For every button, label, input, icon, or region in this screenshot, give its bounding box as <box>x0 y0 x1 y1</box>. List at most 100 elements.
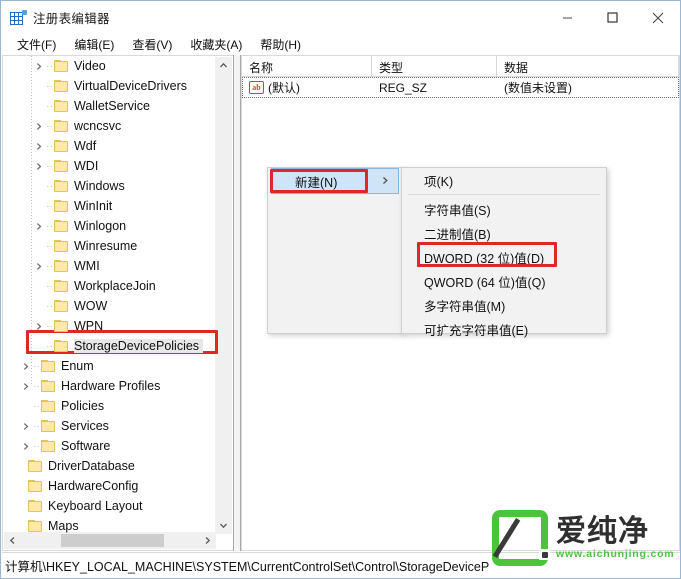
tree-horizontal-scroll-thumb[interactable] <box>61 534 164 547</box>
tree-item-video[interactable]: ·· Video <box>3 56 216 76</box>
tree-connector: ·· <box>46 180 53 192</box>
chevron-right-icon[interactable] <box>19 422 32 431</box>
tree-item-label: WMI <box>74 259 100 273</box>
tree-item-label: DriverDatabase <box>48 459 135 473</box>
submenu-item-string-value[interactable]: 字符串值(S) <box>402 197 606 221</box>
title-bar: 注册表编辑器 <box>1 1 680 34</box>
chevron-right-icon[interactable] <box>32 162 45 171</box>
tree-item-walletservice[interactable]: ·· WalletService <box>3 96 216 116</box>
tree-item-policies[interactable]: ·· Policies <box>3 396 216 416</box>
column-header-name[interactable]: 名称 <box>242 56 372 77</box>
window-controls <box>545 1 680 34</box>
tree-item-hardwareconfig[interactable]: HardwareConfig <box>3 476 216 496</box>
folder-icon <box>28 499 43 513</box>
values-list-rows: ab (默认) REG_SZ (数值未设置) <box>242 77 679 98</box>
tree-item-label: Hardware Profiles <box>61 379 161 393</box>
tree-item-keyboard-layout[interactable]: Keyboard Layout <box>3 496 216 516</box>
menu-item-favorites[interactable]: 收藏夹(A) <box>181 35 251 55</box>
tree-item-services[interactable]: ·· Services <box>3 416 216 436</box>
cell-name: ab (默认) <box>242 79 372 96</box>
tree-item-workplacejoin[interactable]: ·· WorkplaceJoin <box>3 276 216 296</box>
menu-item-help[interactable]: 帮助(H) <box>251 35 310 55</box>
tree-item-wdi[interactable]: ·· WDI <box>3 156 216 176</box>
submenu-item-dword-value[interactable]: DWORD (32 位)值(D) <box>402 245 606 269</box>
chevron-right-icon[interactable] <box>32 122 45 131</box>
cell-data: (数值未设置) <box>504 81 572 95</box>
registry-tree-pane: ·· Video ·· VirtualDeviceDrivers ·· WalletSer… <box>2 55 233 551</box>
cell-type: REG_SZ <box>379 80 428 95</box>
tree-item-label: VirtualDeviceDrivers <box>74 79 187 93</box>
submenu-item-key[interactable]: 项(K) <box>402 168 606 192</box>
tree-connector: ·· <box>46 280 53 292</box>
folder-icon <box>54 179 69 193</box>
chevron-right-icon[interactable] <box>32 322 45 331</box>
submenu-item-qword-value[interactable]: QWORD (64 位)值(Q) <box>402 269 606 293</box>
context-menu-item-new[interactable]: 新建(N) <box>271 168 399 194</box>
chevron-left-icon[interactable] <box>4 532 21 549</box>
tree-item-label: WDI <box>74 159 99 173</box>
folder-icon <box>41 439 56 453</box>
tree-item-wininit[interactable]: ·· WinInit <box>3 196 216 216</box>
chevron-right-icon[interactable] <box>19 362 32 371</box>
chevron-down-icon[interactable] <box>215 517 232 534</box>
tree-item-label: Keyboard Layout <box>48 499 143 513</box>
menu-item-file[interactable]: 文件(F) <box>8 35 65 55</box>
tree-connector: ·· <box>46 300 53 312</box>
tree-vertical-scroll-thumb[interactable] <box>217 74 230 374</box>
value-name: (默认) <box>268 81 300 95</box>
tree-vertical-scrollbar[interactable] <box>215 57 232 534</box>
tree-horizontal-scrollbar[interactable] <box>4 532 216 549</box>
tree-item-wow[interactable]: ·· WOW <box>3 296 216 316</box>
tree-item-software[interactable]: ·· Software <box>3 436 216 456</box>
pane-splitter[interactable] <box>233 55 241 551</box>
context-submenu: 项(K) 字符串值(S) 二进制值(B) DWORD (32 位)值(D) QW… <box>401 167 607 338</box>
tree-connector: ·· <box>46 340 53 352</box>
menu-item-edit[interactable]: 编辑(E) <box>65 35 123 55</box>
tree-item-wmi[interactable]: ·· WMI <box>3 256 216 276</box>
tree-item-storagedevicepolicies[interactable]: ·· StorageDevicePolicies <box>3 336 216 356</box>
submenu-item-expandable-str[interactable]: 可扩充字符串值(E) <box>402 317 606 341</box>
chevron-right-icon[interactable] <box>19 442 32 451</box>
tree-item-winlogon[interactable]: ·· Winlogon <box>3 216 216 236</box>
chevron-right-icon[interactable] <box>32 222 45 231</box>
chevron-right-icon[interactable] <box>19 382 32 391</box>
tree-item-hardware-profiles[interactable]: ·· Hardware Profiles <box>3 376 216 396</box>
tree-item-winresume[interactable]: ·· Winresume <box>3 236 216 256</box>
tree-item-virtualdevicedrivers[interactable]: ·· VirtualDeviceDrivers <box>3 76 216 96</box>
chevron-right-icon[interactable] <box>32 62 45 71</box>
tree-connector: ·· <box>46 120 53 132</box>
values-list-header: 名称 类型 数据 <box>242 56 679 77</box>
column-header-type[interactable]: 类型 <box>372 56 497 77</box>
tree-item-maps[interactable]: Maps <box>3 516 216 534</box>
tree-item-label: WinInit <box>74 199 113 213</box>
chevron-right-icon[interactable] <box>32 142 45 151</box>
table-row[interactable]: ab (默认) REG_SZ (数值未设置) <box>242 77 679 98</box>
tree-item-label: WOW <box>74 299 108 313</box>
chevron-right-icon[interactable] <box>199 532 216 549</box>
folder-icon <box>54 259 69 273</box>
tree-item-windows[interactable]: ·· Windows <box>3 176 216 196</box>
maximize-button[interactable] <box>590 1 635 34</box>
submenu-item-multi-string[interactable]: 多字符串值(M) <box>402 293 606 317</box>
status-bar: 计算机\HKEY_LOCAL_MACHINE\SYSTEM\CurrentCon… <box>2 552 680 577</box>
tree-connector: ·· <box>46 320 53 332</box>
registry-tree[interactable]: ·· Video ·· VirtualDeviceDrivers ·· WalletSer… <box>3 56 216 534</box>
tree-connector: ·· <box>46 240 53 252</box>
minimize-button[interactable] <box>545 1 590 34</box>
menu-item-view[interactable]: 查看(V) <box>123 35 181 55</box>
tree-item-label: StorageDevicePolicies <box>74 339 204 353</box>
tree-item-driverdatabase[interactable]: DriverDatabase <box>3 456 216 476</box>
submenu-item-binary-value[interactable]: 二进制值(B) <box>402 221 606 245</box>
tree-item-wcncsvc[interactable]: ·· wcncsvc <box>3 116 216 136</box>
tree-item-wpn[interactable]: ·· WPN <box>3 316 216 336</box>
close-button[interactable] <box>635 1 680 34</box>
column-header-data[interactable]: 数据 <box>497 56 679 77</box>
chevron-up-icon[interactable] <box>215 57 232 74</box>
chevron-right-icon[interactable] <box>32 262 45 271</box>
submenu-separator <box>408 194 600 195</box>
tree-item-label: WalletService <box>74 99 150 113</box>
tree-item-enum[interactable]: ·· Enum <box>3 356 216 376</box>
folder-icon <box>54 239 69 253</box>
tree-item-wdf[interactable]: ·· Wdf <box>3 136 216 156</box>
tree-item-label: Software <box>61 439 111 453</box>
